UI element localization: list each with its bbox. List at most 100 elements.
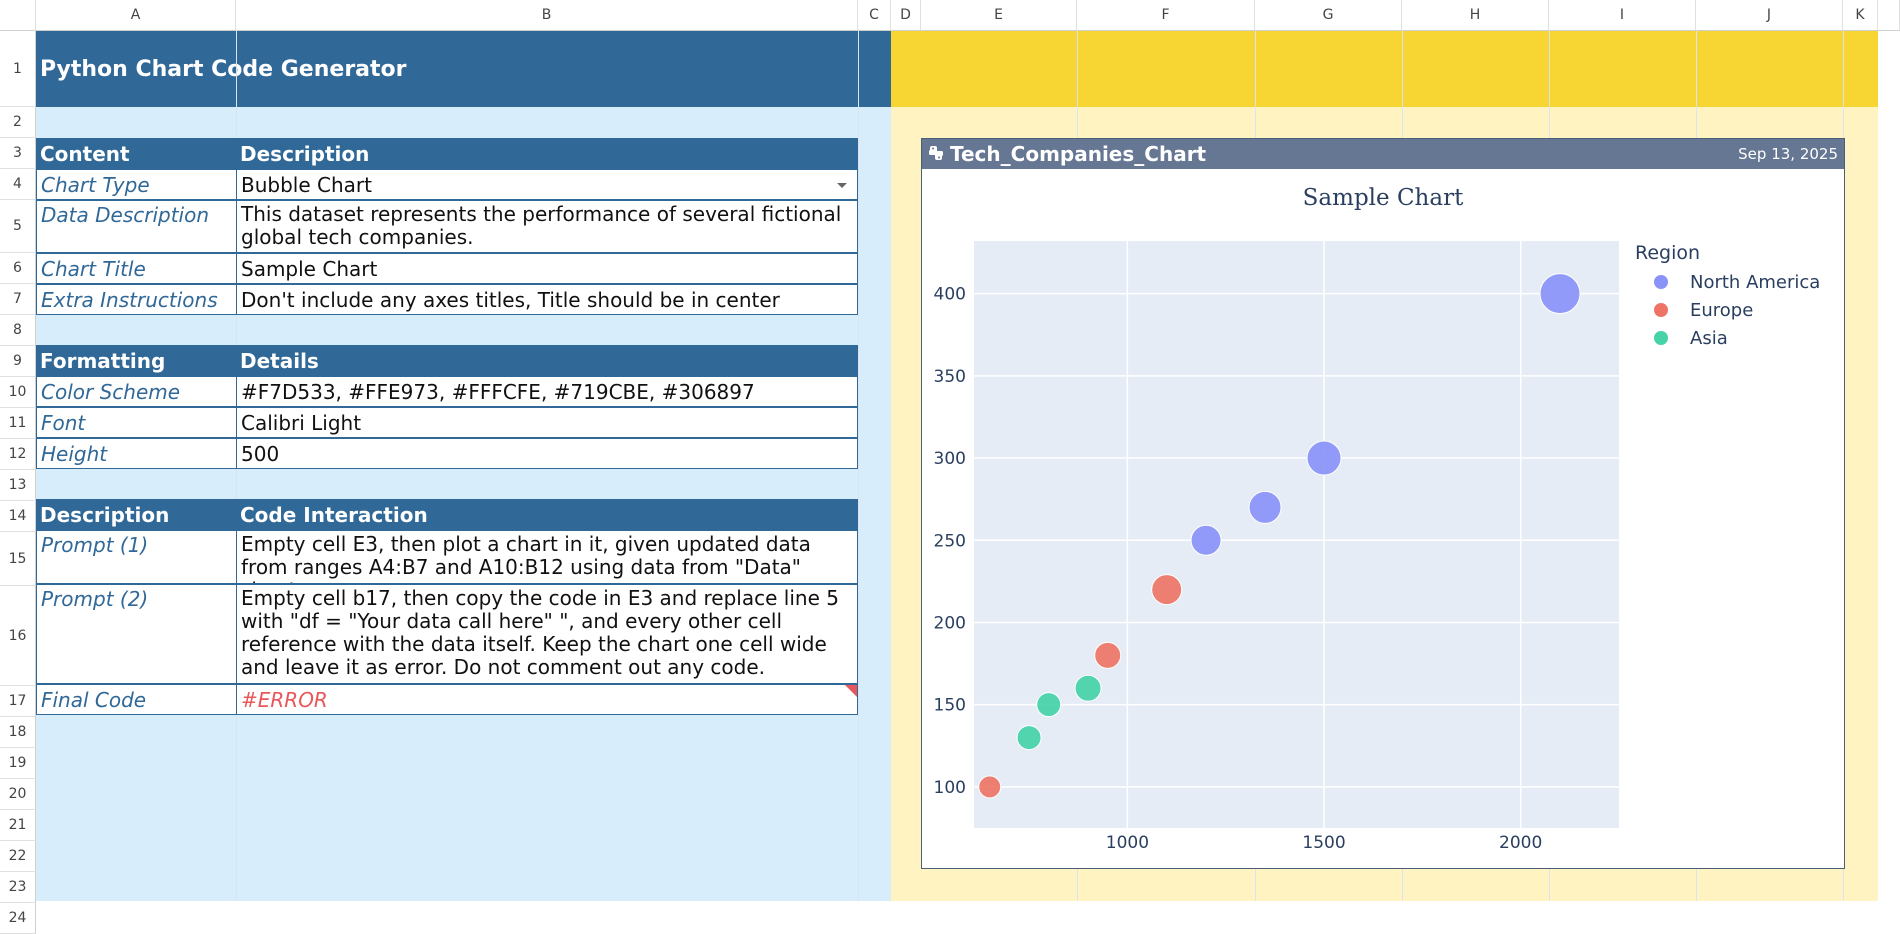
column-header-i[interactable]: I bbox=[1549, 0, 1696, 31]
row-header-13[interactable]: 13 bbox=[0, 470, 36, 501]
yellow-banner[interactable] bbox=[891, 31, 1878, 107]
bubble-point[interactable] bbox=[1306, 440, 1342, 476]
color-scheme-value[interactable]: #F7D533, #FFE973, #FFFCFE, #719CBE, #306… bbox=[236, 376, 858, 407]
chart-type-dropdown[interactable]: Bubble Chart bbox=[236, 169, 858, 200]
prompt-2-value[interactable]: Empty cell b17, then copy the code in E3… bbox=[236, 584, 858, 684]
chart-title-label[interactable]: Chart Title bbox=[36, 253, 237, 284]
row-header-14[interactable]: 14 bbox=[0, 501, 36, 532]
legend-item-label[interactable]: North America bbox=[1690, 272, 1820, 293]
color-scheme-label[interactable]: Color Scheme bbox=[36, 376, 237, 407]
column-header-b[interactable]: B bbox=[236, 0, 858, 31]
description-header: Description bbox=[236, 138, 858, 169]
chart-widget[interactable]: Tech_Companies_Chart Sep 13, 2025 1000 15… bbox=[921, 138, 1845, 869]
font-value[interactable]: Calibri Light bbox=[236, 407, 858, 438]
y-tick-label: 400 bbox=[934, 285, 966, 305]
legend-marker[interactable] bbox=[1654, 331, 1668, 345]
legend-marker[interactable] bbox=[1654, 303, 1668, 317]
plot-area bbox=[974, 241, 1619, 828]
y-tick-label: 250 bbox=[934, 531, 966, 551]
row-header-9[interactable]: 9 bbox=[0, 346, 36, 377]
error-indicator-icon bbox=[845, 685, 857, 697]
data-description-label[interactable]: Data Description bbox=[36, 200, 237, 253]
row-header-3[interactable]: 3 bbox=[0, 138, 36, 169]
row-header-5[interactable]: 5 bbox=[0, 200, 36, 253]
y-tick-label: 300 bbox=[934, 449, 966, 469]
row-header-16[interactable]: 16 bbox=[0, 586, 36, 686]
bubble-point[interactable] bbox=[978, 775, 1002, 799]
title-banner[interactable]: Python Chart Code Generator bbox=[36, 31, 891, 107]
row-header-21[interactable]: 21 bbox=[0, 810, 36, 841]
prompt-1-value[interactable]: Empty cell E3, then plot a chart in it, … bbox=[236, 530, 858, 584]
column-header-f[interactable]: F bbox=[1077, 0, 1255, 31]
legend-item-label[interactable]: Europe bbox=[1690, 300, 1753, 321]
font-label[interactable]: Font bbox=[36, 407, 237, 438]
chart-widget-name: Tech_Companies_Chart bbox=[950, 142, 1207, 166]
details-header: Details bbox=[236, 345, 858, 376]
select-all-corner[interactable] bbox=[0, 0, 36, 31]
chart-widget-titlebar[interactable]: Tech_Companies_Chart Sep 13, 2025 bbox=[922, 139, 1844, 169]
chart-type-label[interactable]: Chart Type bbox=[36, 169, 237, 200]
row-header-2[interactable]: 2 bbox=[0, 107, 36, 138]
legend-item-label[interactable]: Asia bbox=[1690, 328, 1728, 349]
prompt-1-label[interactable]: Prompt (1) bbox=[36, 530, 237, 584]
final-code-label[interactable]: Final Code bbox=[36, 684, 237, 715]
column-header-k[interactable]: K bbox=[1843, 0, 1878, 31]
row-header-23[interactable]: 23 bbox=[0, 872, 36, 903]
chart-title-value[interactable]: Sample Chart bbox=[236, 253, 858, 284]
row-header-7[interactable]: 7 bbox=[0, 284, 36, 315]
column-header-g[interactable]: G bbox=[1255, 0, 1402, 31]
chart-type-value: Bubble Chart bbox=[241, 172, 372, 197]
data-description-value[interactable]: This dataset represents the performance … bbox=[236, 200, 858, 253]
row-header-4[interactable]: 4 bbox=[0, 169, 36, 200]
row-header-18[interactable]: 18 bbox=[0, 717, 36, 748]
bubble-point[interactable] bbox=[1074, 674, 1102, 702]
gridline bbox=[858, 31, 859, 901]
bubble-point[interactable] bbox=[1248, 490, 1282, 524]
bubble-point[interactable] bbox=[1151, 574, 1183, 606]
bubble-chart[interactable]: 1000 1500 2000 100 150 200 250 300 350 400 Sample … bbox=[922, 169, 1844, 868]
x-tick-label: 1000 bbox=[1106, 833, 1149, 853]
python-icon bbox=[928, 145, 944, 161]
final-code-error-cell[interactable]: #ERROR bbox=[236, 684, 858, 715]
row-header-12[interactable]: 12 bbox=[0, 439, 36, 470]
column-header-filler bbox=[1878, 0, 1900, 31]
prompt-2-label[interactable]: Prompt (2) bbox=[36, 584, 237, 684]
row-header-19[interactable]: 19 bbox=[0, 748, 36, 779]
description-col-header: Description bbox=[36, 499, 236, 530]
row-header-20[interactable]: 20 bbox=[0, 779, 36, 810]
column-header-j[interactable]: J bbox=[1696, 0, 1843, 31]
formatting-header: Formatting bbox=[36, 345, 236, 376]
dropdown-arrow-icon[interactable] bbox=[837, 183, 847, 188]
row-header-8[interactable]: 8 bbox=[0, 315, 36, 346]
row-header-15[interactable]: 15 bbox=[0, 532, 36, 586]
bubble-point[interactable] bbox=[1094, 641, 1122, 669]
content-header: Content bbox=[36, 138, 236, 169]
column-header-h[interactable]: H bbox=[1402, 0, 1549, 31]
row-header-24[interactable]: 24 bbox=[0, 903, 36, 934]
y-tick-label: 100 bbox=[934, 778, 966, 798]
row-header-10[interactable]: 10 bbox=[0, 377, 36, 408]
row-header-17[interactable]: 17 bbox=[0, 686, 36, 717]
prompt-1-label-text: Prompt (1) bbox=[41, 533, 149, 557]
column-header-d[interactable]: D bbox=[891, 0, 921, 31]
column-header-a[interactable]: A bbox=[36, 0, 236, 31]
bubble-point[interactable] bbox=[1036, 692, 1062, 718]
height-label[interactable]: Height bbox=[36, 438, 237, 469]
bubble-point[interactable] bbox=[1539, 273, 1581, 315]
row-header-1[interactable]: 1 bbox=[0, 31, 36, 107]
legend-title: Region bbox=[1635, 242, 1700, 264]
row-header-6[interactable]: 6 bbox=[0, 253, 36, 284]
column-header-c[interactable]: C bbox=[858, 0, 891, 31]
x-tick-label: 2000 bbox=[1499, 833, 1542, 853]
y-tick-label: 200 bbox=[934, 613, 966, 633]
row-header-11[interactable]: 11 bbox=[0, 408, 36, 439]
extra-instructions-value[interactable]: Don't include any axes titles, Title sho… bbox=[236, 284, 858, 315]
bubble-point[interactable] bbox=[1190, 524, 1222, 556]
banner-title: Python Chart Code Generator bbox=[40, 56, 407, 82]
row-header-22[interactable]: 22 bbox=[0, 841, 36, 872]
extra-instructions-label[interactable]: Extra Instructions bbox=[36, 284, 237, 315]
column-header-e[interactable]: E bbox=[921, 0, 1077, 31]
height-value[interactable]: 500 bbox=[236, 438, 858, 469]
bubble-point[interactable] bbox=[1016, 725, 1042, 751]
legend-marker[interactable] bbox=[1654, 275, 1668, 289]
